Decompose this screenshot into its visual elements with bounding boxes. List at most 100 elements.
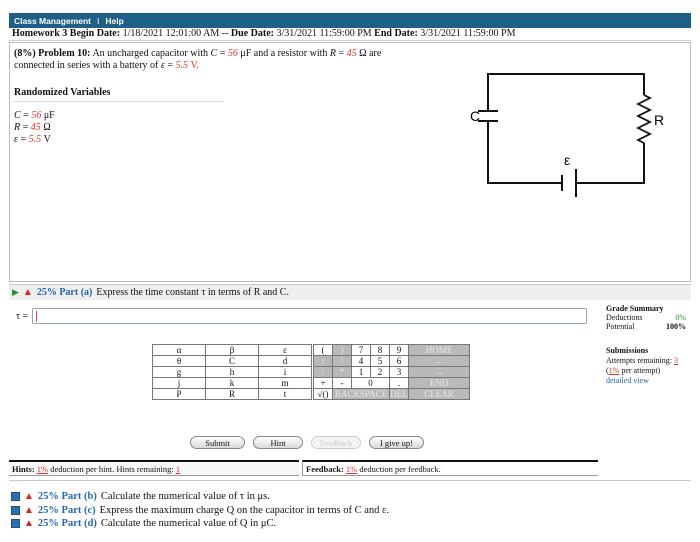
eq: = bbox=[336, 48, 347, 59]
key-j[interactable]: j bbox=[152, 377, 206, 389]
problem-text-1: An uncharged capacitor with bbox=[92, 48, 209, 59]
problem-label: Problem 10: bbox=[38, 48, 91, 59]
expand-icon[interactable] bbox=[11, 519, 20, 529]
date-sep: -- bbox=[221, 28, 229, 39]
key-clear: CLEAR bbox=[408, 388, 470, 400]
answer-label: τ = bbox=[16, 311, 29, 322]
var-value: 5.5 bbox=[28, 134, 42, 145]
key-h[interactable]: h bbox=[205, 366, 259, 378]
key-3[interactable]: 3 bbox=[389, 366, 409, 378]
battery-icon bbox=[561, 169, 577, 197]
key-6[interactable]: 6 bbox=[389, 355, 409, 367]
begin-label: Begin Date: bbox=[69, 28, 121, 39]
key-7[interactable]: 7 bbox=[351, 344, 371, 356]
value-c: 56 bbox=[227, 48, 238, 59]
problem-panel: (8%) Problem 10: An uncharged capacitor … bbox=[9, 42, 691, 282]
key-1[interactable]: 1 bbox=[351, 366, 371, 378]
key-minus[interactable]: - bbox=[332, 377, 352, 389]
attempts-value: 3 bbox=[674, 356, 678, 365]
circuit-label-r: R bbox=[654, 112, 664, 128]
key-del: DEL bbox=[389, 388, 409, 400]
other-parts: ▲ 25% Part (b) Calculate the numerical v… bbox=[11, 490, 389, 531]
hints-text: deduction per hint. Hints remaining: bbox=[48, 464, 176, 474]
feedback-text: deduction per feedback. bbox=[357, 464, 441, 474]
unit-c: μF and a resistor with bbox=[237, 48, 330, 59]
part-text: Calculate the numerical value of Q in μC… bbox=[100, 518, 277, 529]
key-0[interactable]: 0 bbox=[351, 377, 390, 389]
randomized-title: Randomized Variables bbox=[14, 87, 111, 98]
var-sym: ε bbox=[14, 134, 18, 145]
key-open-paren[interactable]: ( bbox=[313, 344, 333, 356]
end-date: 3/31/2021 11:59:00 PM bbox=[420, 28, 516, 39]
key-dot[interactable]: . bbox=[389, 377, 409, 389]
potential-row: Potential 100% bbox=[606, 322, 686, 331]
expand-icon[interactable] bbox=[11, 492, 20, 502]
key-c[interactable]: C bbox=[205, 355, 259, 367]
var-value: 56 bbox=[31, 110, 42, 121]
key-beta[interactable]: β bbox=[205, 344, 259, 356]
hint-button[interactable]: Hint bbox=[253, 436, 303, 449]
circuit-diagram: C R ε bbox=[470, 73, 664, 197]
unit-r: Ω are bbox=[356, 48, 382, 59]
key-theta[interactable]: θ bbox=[152, 355, 206, 367]
key-alpha[interactable]: α bbox=[152, 344, 206, 356]
action-buttons: Submit Hint Feedback I give up! bbox=[190, 436, 424, 449]
unit-e: V. bbox=[187, 60, 199, 71]
key-home: HOME bbox=[408, 344, 470, 356]
key-caret: ^ bbox=[332, 355, 352, 367]
feedback-pct: 1% bbox=[345, 464, 358, 474]
key-2[interactable]: 2 bbox=[370, 366, 390, 378]
var-row: R = 45 Ω bbox=[14, 122, 51, 133]
key-4[interactable]: 4 bbox=[351, 355, 371, 367]
divider bbox=[9, 480, 691, 481]
hints-label: Hints: bbox=[12, 464, 35, 474]
problem-statement: (8%) Problem 10: An uncharged capacitor … bbox=[14, 48, 454, 72]
key-8[interactable]: 8 bbox=[370, 344, 390, 356]
submissions-title: Submissions bbox=[606, 346, 649, 355]
key-d[interactable]: d bbox=[258, 355, 312, 367]
key-epsilon[interactable]: ε bbox=[258, 344, 312, 356]
eq: = bbox=[164, 60, 176, 71]
part-row[interactable]: ▲ 25% Part (d) Calculate the numerical v… bbox=[11, 517, 389, 531]
expand-triangle-icon[interactable]: ▶ bbox=[12, 287, 19, 298]
key-t[interactable]: t bbox=[258, 388, 312, 400]
problem-text-2: connected in series with a battery of bbox=[14, 60, 159, 71]
give-up-button[interactable]: I give up! bbox=[369, 436, 424, 449]
part-text: Express the maximum charge Q on the capa… bbox=[99, 504, 390, 516]
due-label: Due Date: bbox=[230, 28, 274, 39]
key-p[interactable]: P bbox=[152, 388, 206, 400]
grade-title: Grade Summary bbox=[606, 304, 664, 313]
expand-icon[interactable] bbox=[11, 505, 20, 515]
submit-button[interactable]: Submit bbox=[190, 436, 245, 449]
answer-input[interactable] bbox=[32, 308, 587, 324]
potential-value: 100% bbox=[666, 322, 686, 331]
submissions-panel: Submissions Attempts remaining: 3 (1% pe… bbox=[606, 346, 686, 386]
part-row[interactable]: ▲ 25% Part (c) Express the maximum charg… bbox=[11, 504, 389, 518]
key-g[interactable]: g bbox=[152, 366, 206, 378]
key-5[interactable]: 5 bbox=[370, 355, 390, 367]
detailed-view-link[interactable]: detailed view bbox=[606, 376, 686, 386]
capacitor-icon bbox=[478, 110, 498, 122]
attempts-label: Attempts remaining: bbox=[606, 356, 672, 365]
circuit-label-e: ε bbox=[564, 152, 570, 168]
key-k[interactable]: k bbox=[205, 377, 259, 389]
due-date: 3/31/2021 11:59:00 PM bbox=[276, 28, 372, 39]
end-label: End Date: bbox=[374, 28, 418, 39]
part-row[interactable]: ▲ 25% Part (b) Calculate the numerical v… bbox=[11, 490, 389, 504]
key-r[interactable]: R bbox=[205, 388, 259, 400]
menu-help[interactable]: Help bbox=[105, 16, 123, 26]
key-i[interactable]: i bbox=[258, 366, 312, 378]
eq: = bbox=[217, 48, 228, 59]
key-plus[interactable]: + bbox=[313, 377, 333, 389]
key-m[interactable]: m bbox=[258, 377, 312, 389]
menu-class-management[interactable]: Class Management bbox=[14, 16, 91, 26]
var-sym: C bbox=[14, 110, 21, 121]
key-sqrt[interactable]: √() bbox=[313, 388, 333, 400]
part-a-header[interactable]: ▶ ▲ 25% Part (a) Express the time consta… bbox=[9, 284, 691, 300]
key-up: ↑ bbox=[313, 355, 333, 367]
warning-icon: ▲ bbox=[24, 491, 34, 502]
key-9[interactable]: 9 bbox=[389, 344, 409, 356]
value-e: 5.5 bbox=[175, 60, 188, 71]
per-attempt-pct: 1% bbox=[608, 366, 620, 375]
deductions-row: Deductions 0% bbox=[606, 313, 686, 322]
